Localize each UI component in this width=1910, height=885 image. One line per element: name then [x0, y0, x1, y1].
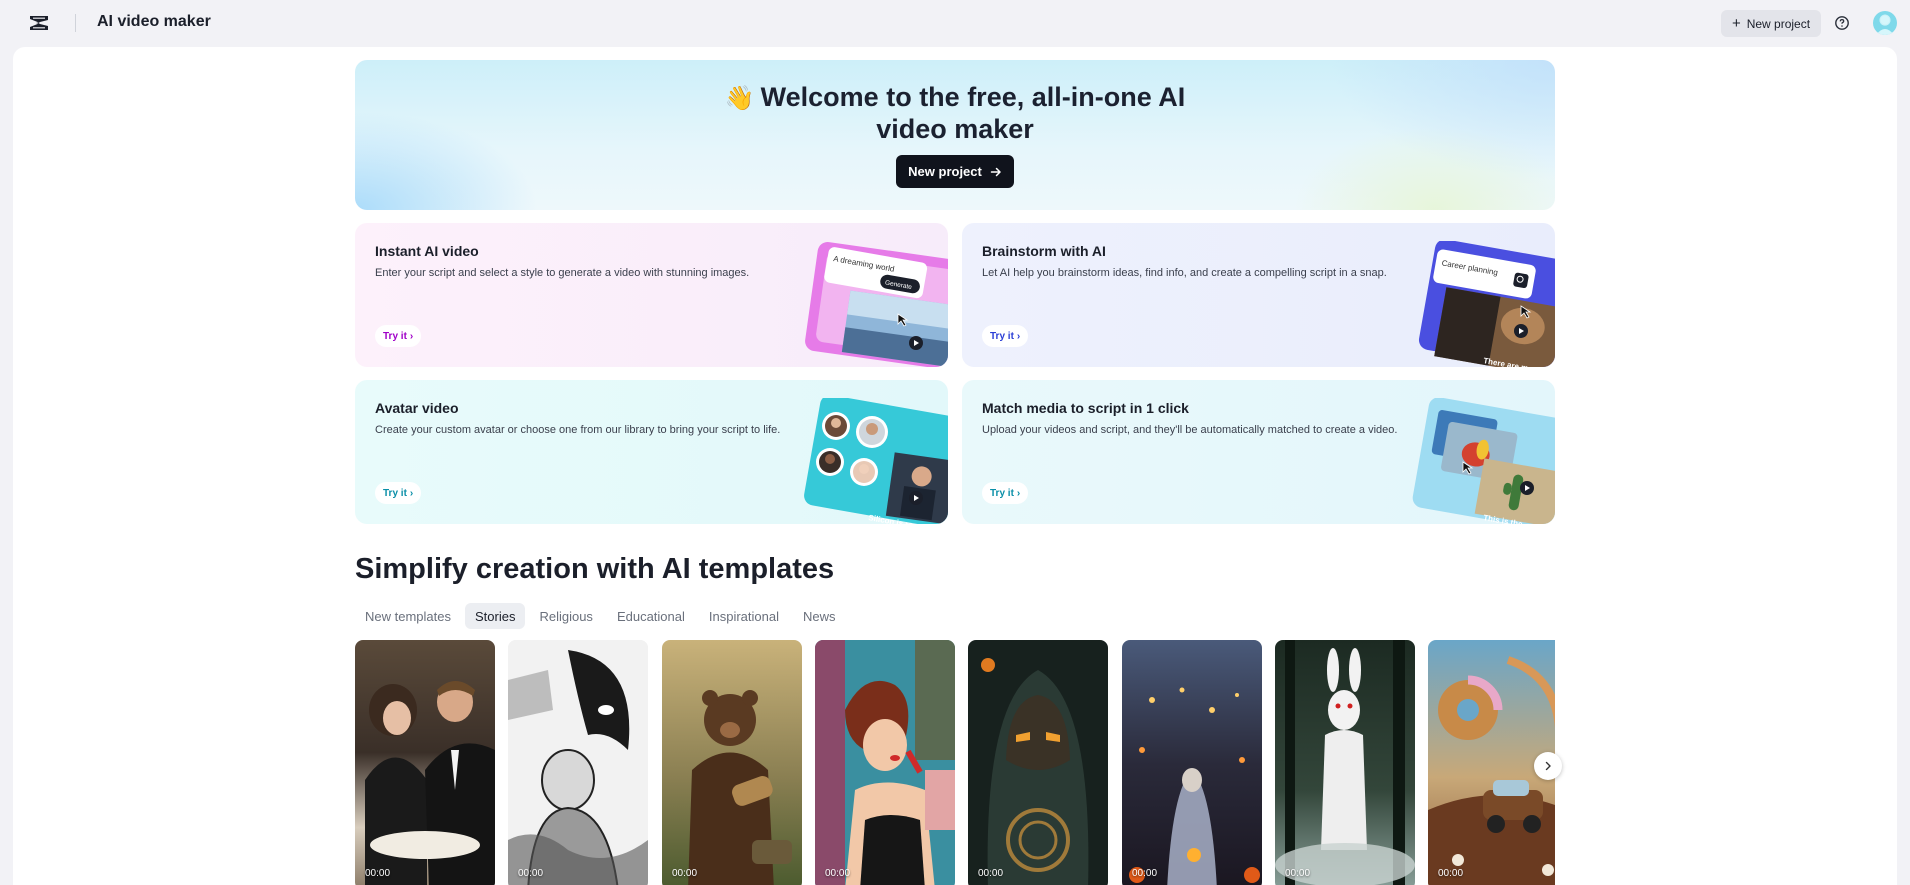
- chevron-right-icon: ›: [1016, 330, 1021, 342]
- template-thumbnail-white-rabbit: [1275, 640, 1415, 885]
- template-thumbnail-hooded-warrior: [981, 658, 1089, 885]
- chevron-right-icon: ›: [409, 330, 414, 342]
- help-circle-icon[interactable]: [1834, 15, 1850, 31]
- template-duration: 00:00: [365, 868, 391, 879]
- card-instant-ai-video[interactable]: Instant AI video Enter your script and s…: [355, 223, 948, 367]
- brainstorm-illustration: Career planning There are m: [1418, 241, 1555, 367]
- template-carousel: 00:00 00:00 00:00 00:00 00:00 00:00 00:0…: [355, 640, 1555, 885]
- header-divider: [75, 14, 76, 32]
- try-it-button[interactable]: Try it ›: [982, 325, 1029, 347]
- chevron-right-icon: ›: [1016, 487, 1021, 499]
- card-match-media-to-script[interactable]: Match media to script in 1 click Upload …: [962, 380, 1555, 524]
- capcut-logo-icon[interactable]: [28, 13, 50, 33]
- template-card[interactable]: 00:00: [1275, 640, 1415, 885]
- try-it-button[interactable]: Try it ›: [375, 482, 422, 504]
- plus-icon: +: [1731, 14, 1741, 32]
- tab-news[interactable]: News: [793, 603, 846, 629]
- tab-new-templates[interactable]: New templates: [355, 603, 461, 629]
- tab-religious[interactable]: Religious: [529, 603, 602, 629]
- instant-ai-video-illustration: A dreaming world Generate: [805, 242, 948, 367]
- card-title: Avatar video: [375, 400, 459, 416]
- hero-title-line1: Welcome to the free, all-in-one AI: [760, 82, 1186, 112]
- try-it-button[interactable]: Try it ›: [982, 482, 1029, 504]
- card-title: Instant AI video: [375, 243, 479, 259]
- template-card[interactable]: 00:00: [1122, 640, 1262, 885]
- avatar-video-illustration: Silicon is re: [804, 398, 948, 524]
- template-duration: 00:00: [672, 868, 698, 879]
- waving-hand-icon: 👋: [724, 85, 755, 112]
- try-it-label: Try it: [990, 330, 1014, 342]
- template-card[interactable]: 00:00: [355, 640, 495, 885]
- tab-inspirational[interactable]: Inspirational: [699, 603, 789, 629]
- hero-title-line2: video maker: [876, 114, 1034, 144]
- try-it-label: Try it: [383, 330, 407, 342]
- template-duration: 00:00: [1132, 868, 1158, 879]
- chevron-right-icon: ›: [409, 487, 414, 499]
- card-avatar-video[interactable]: Avatar video Create your custom avatar o…: [355, 380, 948, 524]
- hero-new-project-label: New project: [908, 164, 982, 179]
- template-duration: 00:00: [1285, 868, 1311, 879]
- template-duration: 00:00: [1438, 868, 1464, 879]
- card-description: Upload your videos and script, and they'…: [982, 424, 1398, 436]
- template-thumbnail-dinner-argument: [365, 681, 495, 885]
- header-new-project-label: New project: [1746, 16, 1811, 31]
- app-title: AI video maker: [97, 13, 211, 30]
- top-bar: AI video maker + New project: [0, 0, 1910, 47]
- template-card[interactable]: 00:00: [968, 640, 1108, 885]
- card-title: Match media to script in 1 click: [982, 400, 1189, 416]
- avatar-person-icon: [1876, 15, 1894, 35]
- tab-educational[interactable]: Educational: [607, 603, 695, 629]
- match-media-illustration: This is the: [1412, 398, 1555, 524]
- hero-new-project-button[interactable]: New project: [896, 155, 1014, 188]
- template-duration: 00:00: [518, 868, 544, 879]
- card-description: Let AI help you brainstorm ideas, find i…: [982, 267, 1387, 279]
- template-card[interactable]: 00:00: [508, 640, 648, 885]
- card-brainstorm-with-ai[interactable]: Brainstorm with AI Let AI help you brain…: [962, 223, 1555, 367]
- template-thumbnail-bear: [688, 690, 792, 885]
- carousel-next-button[interactable]: [1534, 752, 1562, 780]
- tab-stories[interactable]: Stories: [464, 603, 526, 629]
- header-new-project-button[interactable]: + New project: [1721, 10, 1821, 37]
- templates-section-title: Simplify creation with AI templates: [355, 553, 835, 585]
- arrow-right-icon: [990, 167, 1001, 176]
- try-it-button[interactable]: Try it ›: [375, 325, 422, 347]
- chevron-right-icon: [1545, 761, 1551, 771]
- template-card[interactable]: 00:00: [662, 640, 802, 885]
- template-thumbnail-halloween-village: [1129, 687, 1260, 885]
- template-duration: 00:00: [825, 868, 851, 879]
- template-duration: 00:00: [978, 868, 1004, 879]
- template-thumbnail-orca-sailor: [508, 640, 648, 885]
- template-tabs: New templates Stories Religious Educatio…: [355, 603, 846, 629]
- card-description: Enter your script and select a style to …: [375, 267, 750, 279]
- hero-banner: 👋 Welcome to the free, all-in-one AI vide…: [355, 60, 1555, 210]
- card-description: Create your custom avatar or choose one …: [375, 424, 781, 436]
- template-thumbnail-pop-art-woman: [815, 640, 955, 885]
- card-title: Brainstorm with AI: [982, 243, 1106, 259]
- try-it-label: Try it: [383, 487, 407, 499]
- user-avatar[interactable]: [1873, 11, 1897, 35]
- template-card[interactable]: 00:00: [815, 640, 955, 885]
- hero-title: 👋 Welcome to the free, all-in-one AI vide…: [355, 82, 1555, 144]
- try-it-label: Try it: [990, 487, 1014, 499]
